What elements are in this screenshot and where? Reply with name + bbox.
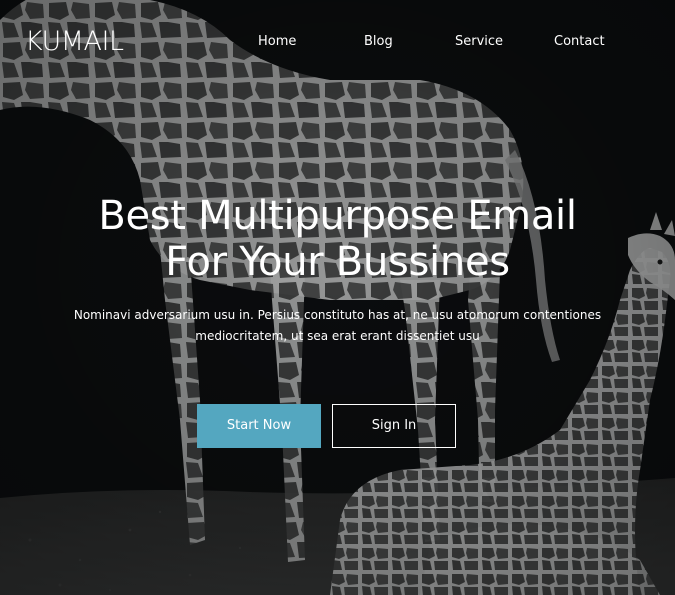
start-now-button[interactable]: Start Now <box>197 404 321 448</box>
hero-description: Nominavi adversarium usu in. Persius con… <box>40 305 635 347</box>
nav-item-contact[interactable]: Contact <box>554 34 605 50</box>
hero-headline: Best Multipurpose Email For Your Bussine… <box>0 193 675 285</box>
dark-overlay <box>0 0 675 595</box>
hero-section: KUMAIL Home Blog Service Contact Best Mu… <box>0 0 675 595</box>
sign-in-button[interactable]: Sign In <box>332 404 456 448</box>
nav-item-home[interactable]: Home <box>258 34 296 50</box>
nav-item-service[interactable]: Service <box>455 34 503 50</box>
nav-item-blog[interactable]: Blog <box>364 34 393 50</box>
main-nav: Home Blog Service Contact <box>0 34 675 54</box>
hero-description-line-1: Nominavi adversarium usu in. Persius con… <box>73 308 602 322</box>
hero-description-line-2: mediocritatem, ut sea erat erant dissent… <box>195 329 480 343</box>
hero-headline-line-1: Best Multipurpose Email <box>98 193 577 239</box>
hero-headline-line-2: For Your Bussines <box>165 239 510 285</box>
